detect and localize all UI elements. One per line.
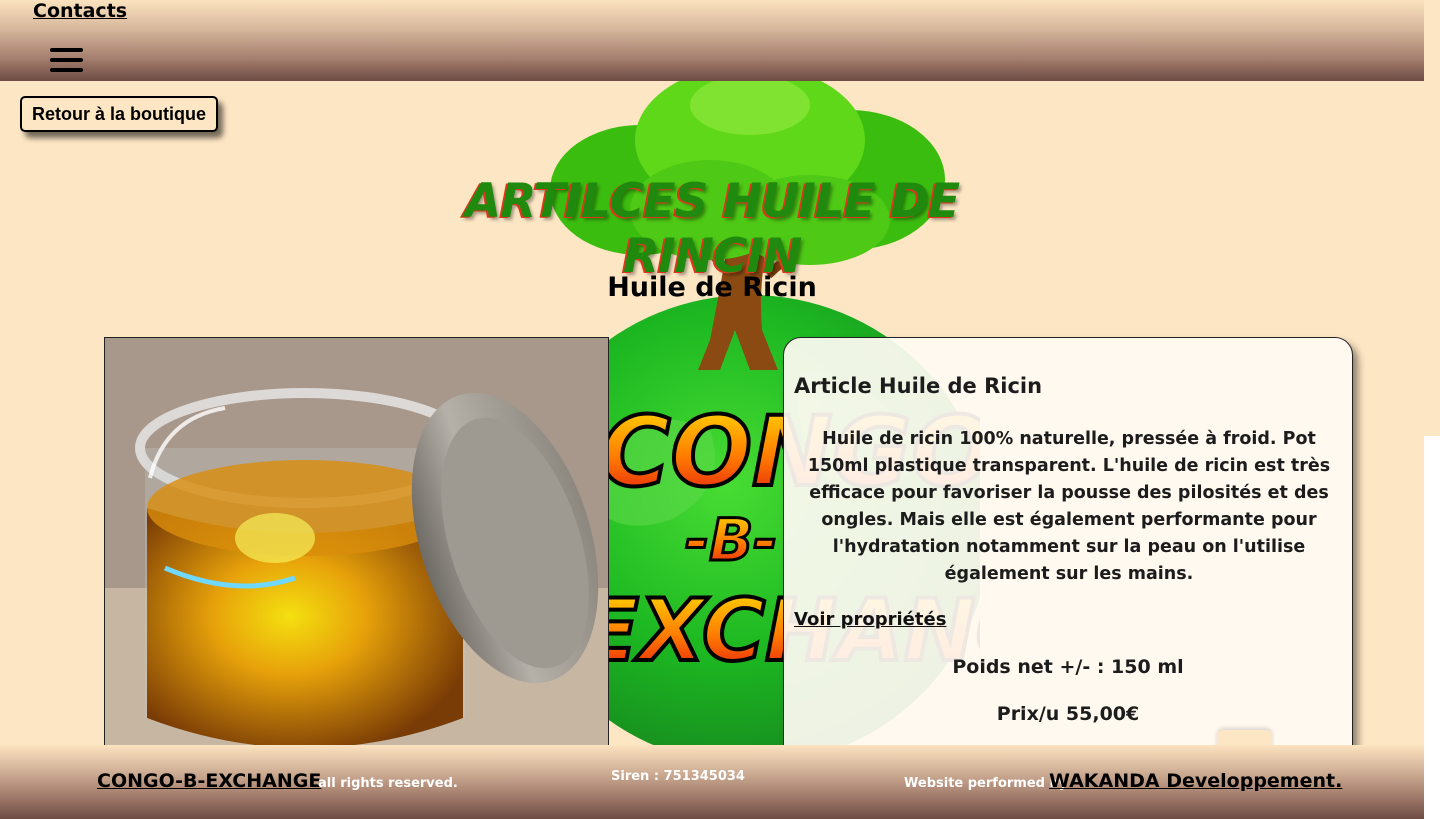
hamburger-menu-icon[interactable] [50,48,83,72]
logo-text-b: -B- [685,506,777,574]
footer-rights-text: all rights reserved. [318,776,458,791]
net-weight: Poids net +/- : 150 ml [952,656,1184,678]
top-header: Contacts [0,0,1424,81]
footer: CONGO-B-EXCHANGE all rights reserved. Si… [0,745,1424,819]
view-properties-link[interactable]: Voir propriétés [794,609,946,630]
scrollbar-track-lower[interactable] [1424,436,1440,819]
card-title: Article Huile de Ricin [794,374,1043,398]
menu-bar [50,58,83,62]
footer-performed-by: Website performed by [904,776,1068,791]
contacts-link[interactable]: Contacts [33,0,127,22]
oil-jar-photo [104,337,609,759]
product-description: Huile de ricin 100% naturelle, pressée à… [807,429,1331,584]
product-name: Huile de Ricin [607,272,817,303]
developer-link[interactable]: WAKANDA Developpement. [1049,770,1342,792]
product-card: Article Huile de Ricin Huile de ricin 10… [783,337,1353,769]
scrollbar-track[interactable] [1424,0,1440,436]
footer-siren: Siren : 751345034 [611,769,745,784]
footer-brand-link[interactable]: CONGO-B-EXCHANGE [97,770,321,792]
page-title: ARTILCES HUILE DE RINCIN [464,174,960,284]
back-to-shop-button[interactable]: Retour à la boutique [20,96,218,132]
unit-price: Prix/u 55,00€ [996,703,1140,725]
menu-bar [50,68,83,72]
menu-bar [50,48,83,52]
